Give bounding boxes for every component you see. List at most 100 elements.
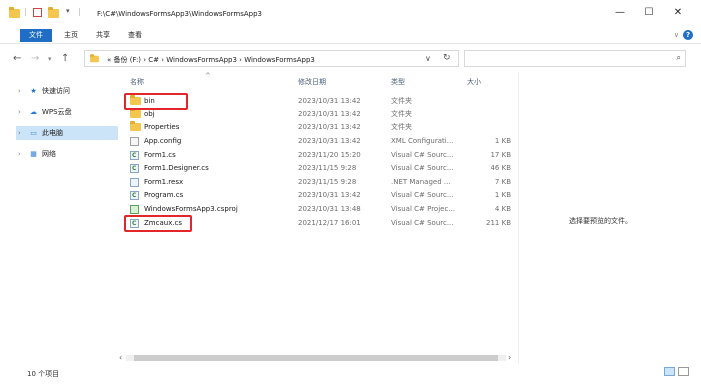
file-date: 2023/10/31 13:42 xyxy=(298,110,361,118)
file-size: 4 KB xyxy=(494,205,511,213)
file-type: 文件夹 xyxy=(391,123,412,131)
folder-icon xyxy=(130,121,141,131)
cs-file-icon xyxy=(130,189,139,202)
scroll-thumb[interactable] xyxy=(134,355,498,361)
file-list: 名称 ^ 修改日期 类型 大小 bin 2023/10/31 13:42 文件夹… xyxy=(118,72,518,367)
file-type: Visual C# Sourc... xyxy=(391,151,454,159)
file-date: 2023/11/20 15:20 xyxy=(298,151,361,159)
nav-item-wps-cloud[interactable]: › ☁ WPS云盘 xyxy=(18,105,118,119)
folder-icon xyxy=(130,108,141,118)
file-type: .NET Managed ... xyxy=(391,178,451,186)
file-size: 1 KB xyxy=(494,137,511,145)
file-name: App.config xyxy=(144,137,182,145)
new-folder-icon[interactable] xyxy=(48,7,59,18)
scroll-right-icon[interactable]: › xyxy=(508,353,511,362)
file-size: 1 KB xyxy=(494,191,511,199)
cs-file-icon xyxy=(130,162,139,175)
file-size: 7 KB xyxy=(494,178,511,186)
file-date: 2023/10/31 13:42 xyxy=(298,191,361,199)
file-date: 2023/10/31 13:42 xyxy=(298,123,361,131)
nav-item-label: 此电脑 xyxy=(42,129,63,137)
file-date: 2023/11/15 9:28 xyxy=(298,164,357,172)
expand-arrow-icon[interactable]: › xyxy=(18,126,28,140)
nav-item-this-pc[interactable]: › ▭ 此电脑 xyxy=(16,126,118,140)
status-bar: 10 个项目 xyxy=(0,364,701,390)
cs-file-icon xyxy=(130,149,139,162)
quick-access-dropdown-icon[interactable]: ▾ xyxy=(66,7,70,16)
expand-arrow-icon[interactable]: › xyxy=(18,147,28,161)
file-row[interactable]: Form1.cs 2023/11/20 15:20 Visual C# Sour… xyxy=(126,149,518,162)
tab-share[interactable]: 共享 xyxy=(92,29,114,42)
file-type: 文件夹 xyxy=(391,97,412,105)
file-date: 2023/11/15 9:28 xyxy=(298,178,357,186)
breadcrumb[interactable]: « 备份 (F:) › C# › WindowsFormsApp3 › Wind… xyxy=(107,55,315,65)
file-row[interactable]: Form1.Designer.cs 2023/11/15 9:28 Visual… xyxy=(126,162,518,175)
preview-pane: 选择要预览的文件。 xyxy=(518,72,701,364)
file-type: Visual C# Projec... xyxy=(391,205,455,213)
search-input[interactable]: ⌕ xyxy=(464,50,686,67)
forward-arrow-icon[interactable]: → xyxy=(31,53,39,64)
cloud-icon: ☁ xyxy=(30,108,37,116)
file-name: Program.cs xyxy=(144,191,184,199)
file-type: Visual C# Sourc... xyxy=(391,164,454,172)
minimize-button[interactable]: — xyxy=(611,6,629,20)
highlight-box-bin xyxy=(124,93,188,110)
expand-arrow-icon[interactable]: › xyxy=(18,84,28,98)
close-button[interactable]: ✕ xyxy=(669,6,687,20)
properties-icon[interactable] xyxy=(33,8,42,17)
sort-ascending-icon: ^ xyxy=(205,72,211,80)
file-type: Visual C# Sourc... xyxy=(391,219,454,227)
network-icon: ▦ xyxy=(30,150,37,158)
horizontal-scrollbar[interactable]: ‹ › xyxy=(118,352,518,364)
column-header-size[interactable]: 大小 xyxy=(467,77,481,87)
file-row[interactable]: Program.cs 2023/10/31 13:42 Visual C# So… xyxy=(126,189,518,202)
recent-locations-icon[interactable]: ▾ xyxy=(48,55,52,63)
separator: | xyxy=(24,7,27,16)
column-header-type[interactable]: 类型 xyxy=(391,77,405,87)
address-row: ← → ▾ ↑ « 备份 (F:) › C# › WindowsFormsApp… xyxy=(0,44,701,72)
preview-empty-text: 选择要预览的文件。 xyxy=(569,217,632,225)
tab-home[interactable]: 主页 xyxy=(60,29,82,42)
csproj-file-icon xyxy=(130,205,139,214)
tab-view[interactable]: 查看 xyxy=(124,29,146,42)
file-row[interactable]: App.config 2023/10/31 13:42 XML Configur… xyxy=(126,135,518,148)
back-arrow-icon[interactable]: ← xyxy=(13,53,21,64)
file-size: 211 KB xyxy=(486,219,511,227)
computer-icon: ▭ xyxy=(30,129,37,137)
config-file-icon xyxy=(130,137,139,146)
separator: | xyxy=(78,7,81,16)
column-header-name[interactable]: 名称 xyxy=(130,77,144,87)
nav-item-quick-access[interactable]: › ★ 快速访问 xyxy=(18,84,118,98)
large-icons-view-icon[interactable] xyxy=(678,367,689,376)
file-row[interactable]: Form1.resx 2023/11/15 9:28 .NET Managed … xyxy=(126,176,518,189)
maximize-button[interactable]: ☐ xyxy=(640,6,658,20)
help-icon[interactable]: ? xyxy=(683,30,693,40)
title-bar: | ▾ | F:\C#\WindowsFormsApp3\WindowsForm… xyxy=(0,0,701,26)
resx-file-icon xyxy=(130,178,139,187)
file-name: Form1.cs xyxy=(144,151,176,159)
file-type: 文件夹 xyxy=(391,110,412,118)
tab-file[interactable]: 文件 xyxy=(20,29,52,42)
scroll-left-icon[interactable]: ‹ xyxy=(119,353,122,362)
ribbon-expand-icon[interactable]: ∨ xyxy=(674,31,679,39)
column-header-date[interactable]: 修改日期 xyxy=(298,77,326,87)
file-size: 17 KB xyxy=(490,151,511,159)
nav-item-label: 网络 xyxy=(42,150,56,158)
expand-arrow-icon[interactable]: › xyxy=(18,105,28,119)
up-arrow-icon[interactable]: ↑ xyxy=(61,53,69,64)
file-date: 2023/10/31 13:42 xyxy=(298,97,361,105)
star-icon: ★ xyxy=(30,87,37,95)
nav-item-network[interactable]: › ▦ 网络 xyxy=(18,147,118,161)
address-bar[interactable]: « 备份 (F:) › C# › WindowsFormsApp3 › Wind… xyxy=(84,50,459,67)
window-title: F:\C#\WindowsFormsApp3\WindowsFormsApp3 xyxy=(97,10,262,18)
file-date: 2023/10/31 13:42 xyxy=(298,137,361,145)
search-icon: ⌕ xyxy=(676,53,681,62)
details-view-icon[interactable] xyxy=(664,367,675,376)
file-name: Form1.Designer.cs xyxy=(144,164,209,172)
file-row[interactable]: Properties 2023/10/31 13:42 文件夹 xyxy=(126,121,518,134)
file-name: Form1.resx xyxy=(144,178,184,186)
address-dropdown-icon[interactable]: ∨ xyxy=(425,54,431,63)
file-name: Properties xyxy=(144,123,180,131)
file-date: 2023/10/31 13:48 xyxy=(298,205,361,213)
refresh-icon[interactable]: ↻ xyxy=(443,53,451,63)
